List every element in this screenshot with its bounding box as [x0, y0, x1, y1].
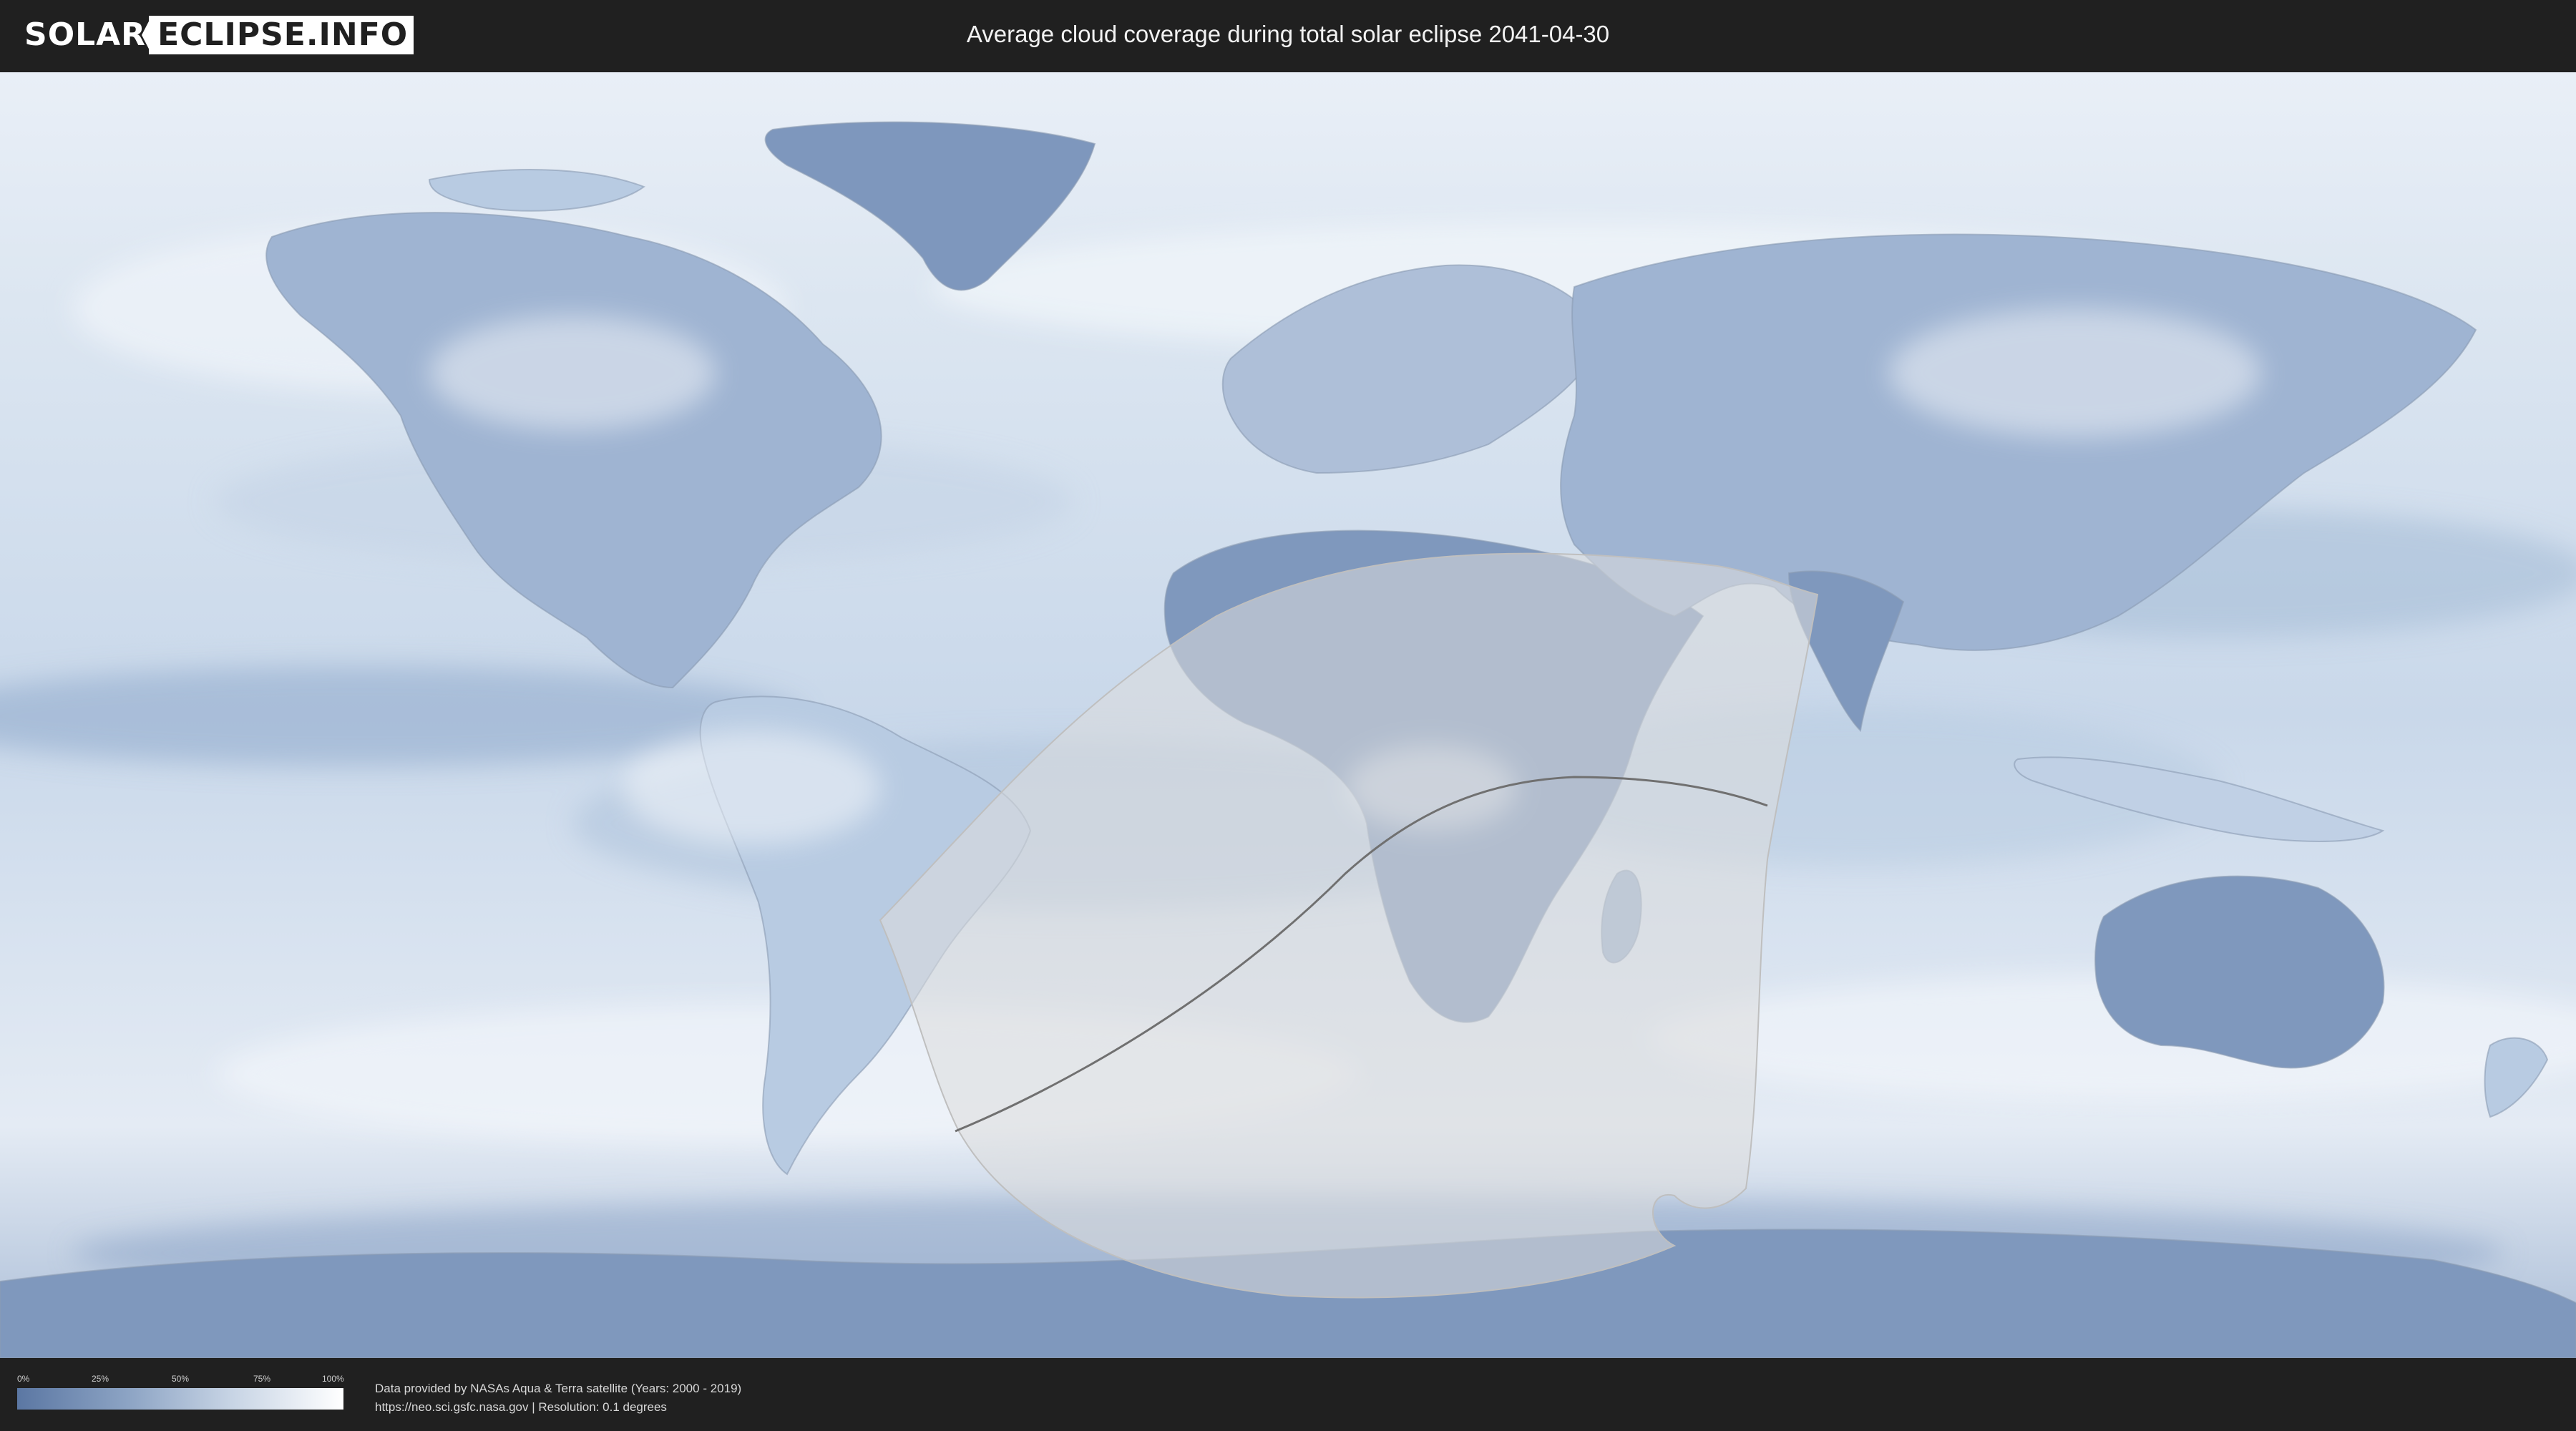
- credits-line-source: Data provided by NASAs Aqua & Terra sate…: [375, 1382, 742, 1395]
- cloud-coverage-legend: 0% 25% 50% 75% 100%: [17, 1374, 344, 1415]
- legend-tick-75: 75%: [253, 1374, 271, 1384]
- legend-tick-50: 50%: [172, 1374, 190, 1384]
- page-title: Average cloud coverage during total sola…: [966, 21, 1610, 47]
- legend-color-bar: [17, 1388, 343, 1410]
- legend-tick-100: 100%: [322, 1374, 344, 1384]
- cloud-coverage-map[interactable]: [0, 72, 2576, 1358]
- credits-line-url[interactable]: https://neo.sci.gsfc.nasa.gov | Resoluti…: [375, 1398, 741, 1417]
- legend-tick-0: 0%: [17, 1374, 30, 1384]
- header-bar: SOLAR ECLIPSE.INFO Average cloud coverag…: [0, 0, 2576, 72]
- data-credits: Data provided by NASAs Aqua & Terra sate…: [375, 1379, 741, 1417]
- footer-bar: 0% 25% 50% 75% 100% Data provided by NAS…: [0, 1358, 2576, 1431]
- world-map-svg: [0, 72, 2576, 1358]
- legend-tick-25: 25%: [92, 1374, 109, 1384]
